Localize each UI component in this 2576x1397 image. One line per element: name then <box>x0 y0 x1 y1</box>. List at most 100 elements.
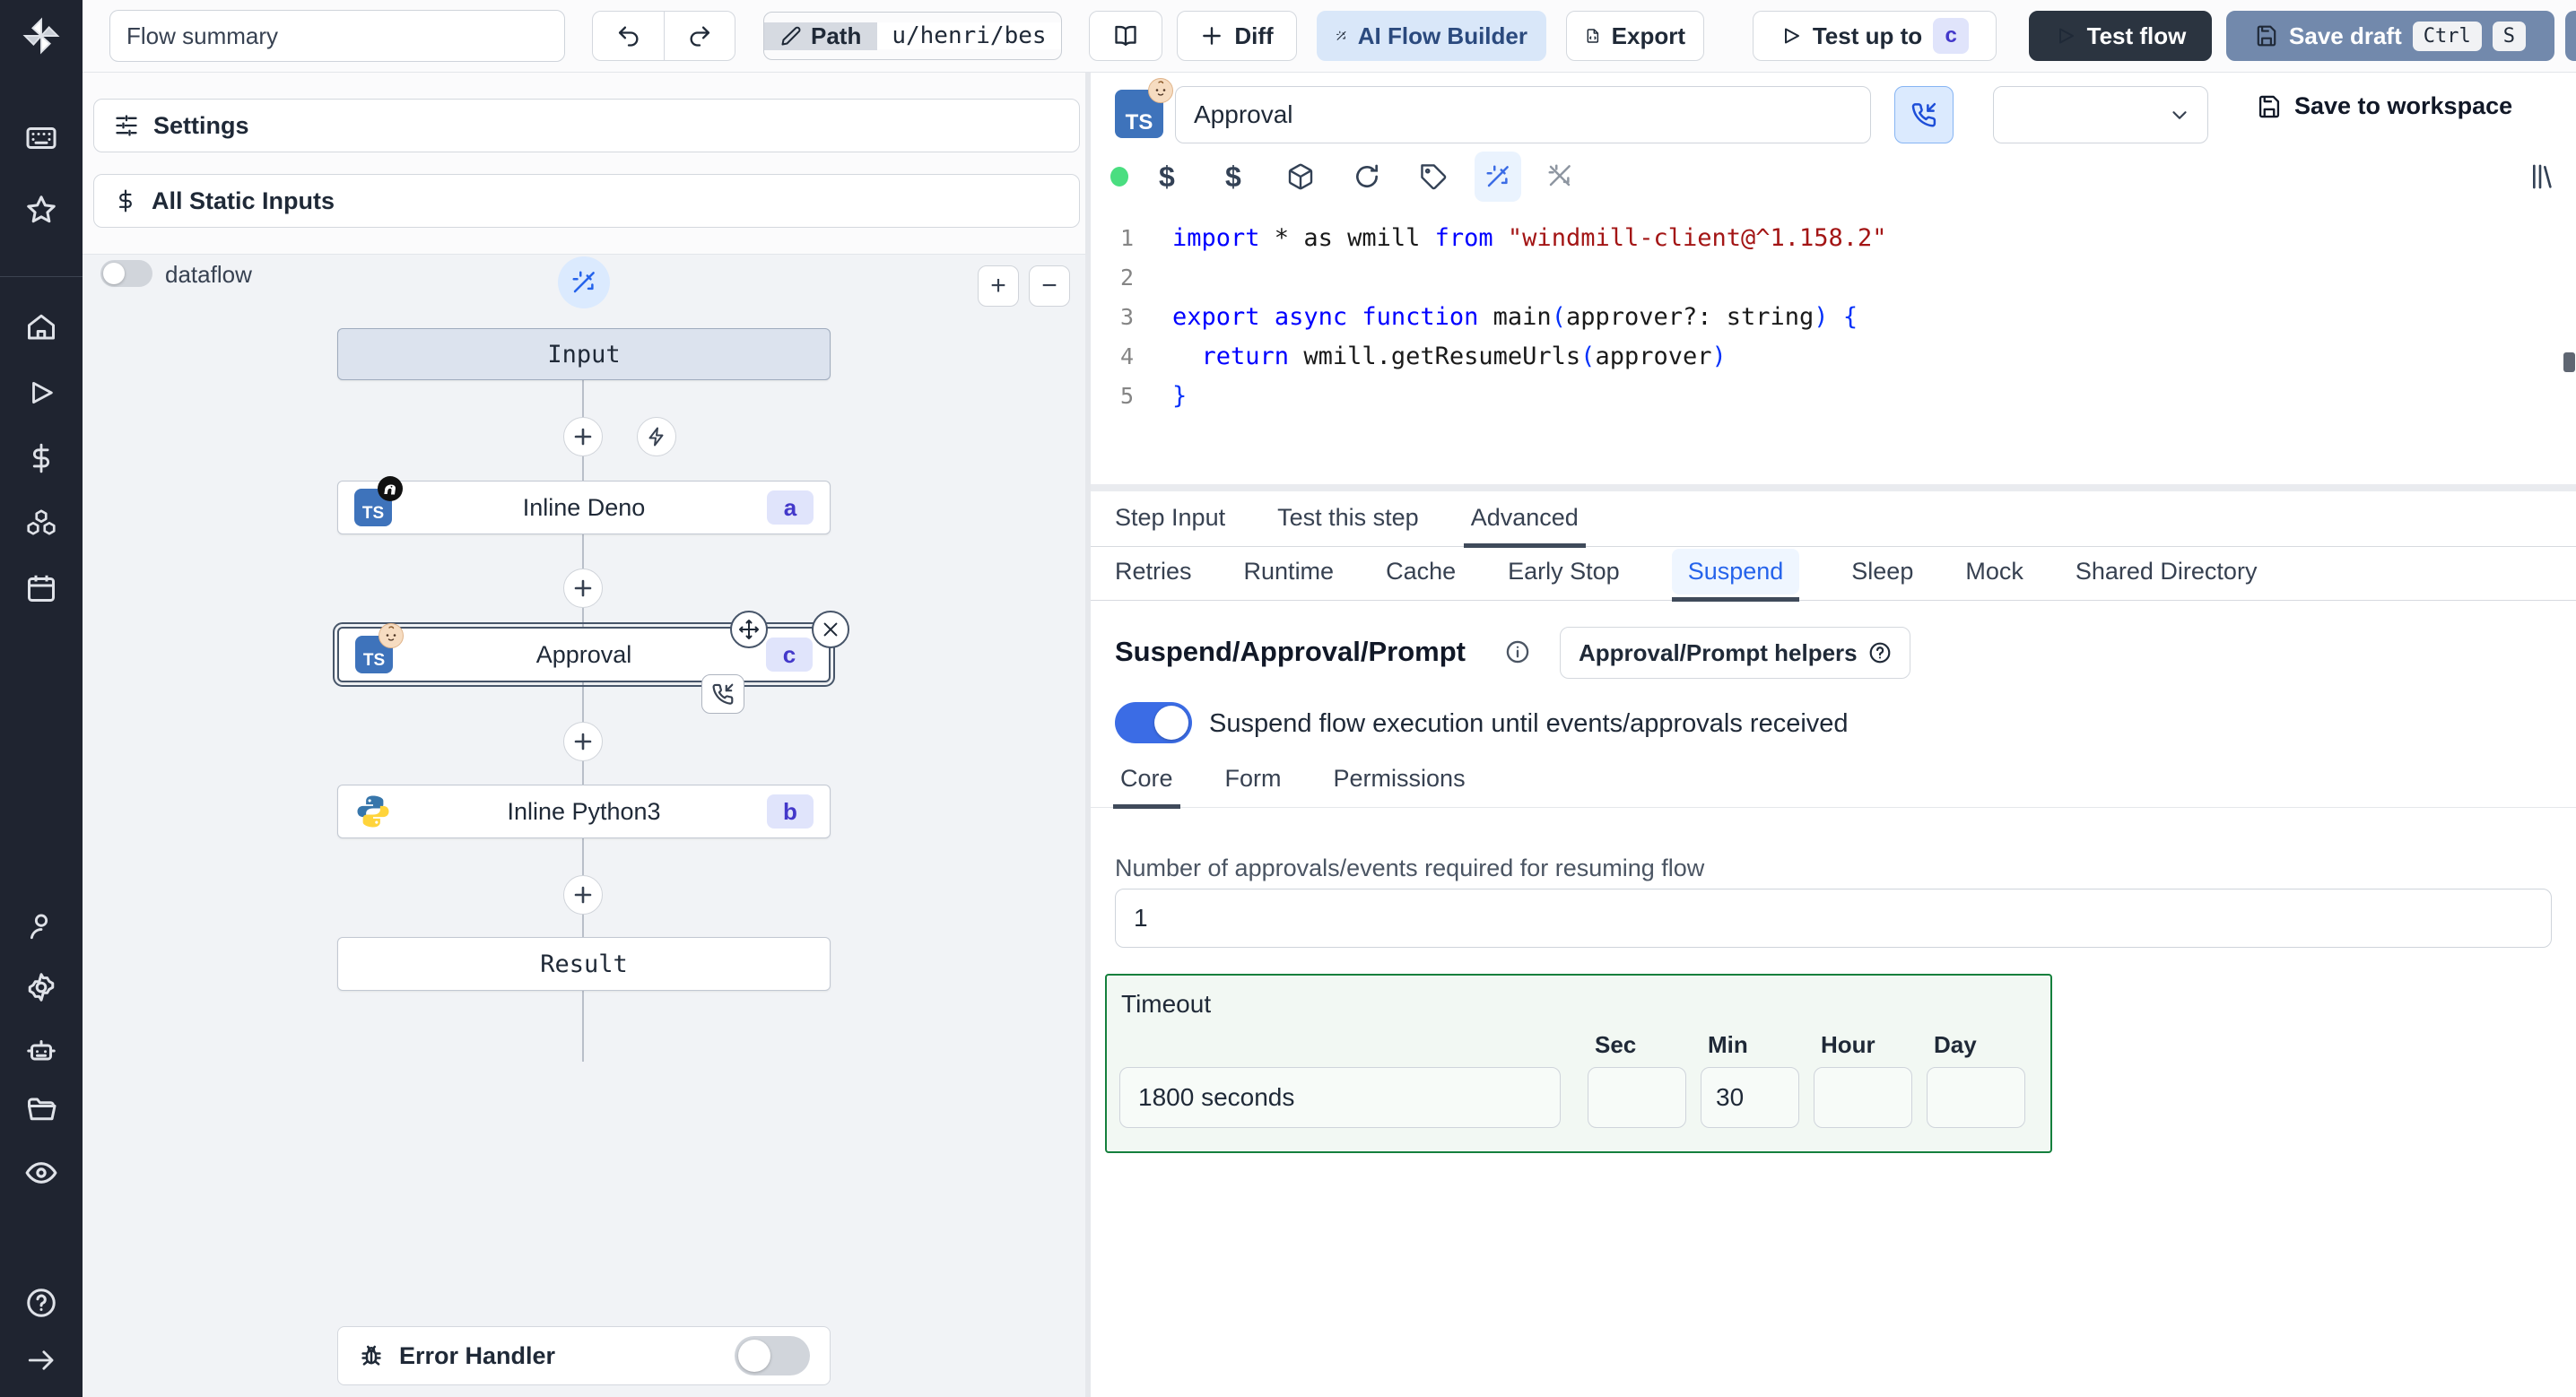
subtab-mock[interactable]: Mock <box>1965 545 2023 600</box>
flow-node-input[interactable]: Input <box>337 328 831 380</box>
flow-node-inline-python3[interactable]: Inline Python3 b <box>337 785 831 838</box>
step-name-input[interactable] <box>1175 86 1871 143</box>
approvals-count-label: Number of approvals/events required for … <box>1115 855 1705 881</box>
expand-arrow-icon[interactable] <box>26 1345 57 1375</box>
resize-handle[interactable] <box>1091 484 2576 491</box>
subtab-cache[interactable]: Cache <box>1386 545 1456 600</box>
test-up-to-button[interactable]: Test up to c <box>1753 11 1997 61</box>
favorites-star-icon[interactable] <box>25 194 57 226</box>
suspend-tab-permissions[interactable]: Permissions <box>1334 752 1466 807</box>
flow-node-result[interactable]: Result <box>337 937 831 991</box>
home-icon[interactable] <box>25 311 57 343</box>
resource-picker-button[interactable]: $ <box>1225 161 1241 194</box>
suspend-toggle-on[interactable] <box>1115 702 1192 743</box>
windmill-logo-icon[interactable] <box>21 15 62 56</box>
save-draft-button[interactable]: Save draft Ctrl S <box>2226 11 2554 61</box>
typescript-badge: TS <box>1115 78 1173 138</box>
tab-step-input[interactable]: Step Input <box>1115 491 1225 546</box>
workers-robot-icon[interactable] <box>25 1035 57 1067</box>
info-icon[interactable] <box>1505 639 1530 664</box>
dataflow-toggle[interactable] <box>100 260 152 287</box>
timeout-title: Timeout <box>1121 990 1212 1018</box>
timeout-hour-input[interactable] <box>1814 1067 1912 1128</box>
timeout-display-input[interactable] <box>1119 1067 1561 1128</box>
path-chip[interactable]: Path u/henri/bes <box>763 12 1062 60</box>
variables-dollar-icon[interactable] <box>26 443 57 473</box>
ai-flow-builder-button[interactable]: AI Flow Builder <box>1317 11 1546 61</box>
timeout-day-input[interactable] <box>1927 1067 2025 1128</box>
code-line[interactable]: 5} <box>1091 376 2576 415</box>
node-label: Inline Deno <box>522 493 646 521</box>
phone-incoming-icon <box>712 683 734 705</box>
subtab-retries[interactable]: Retries <box>1115 545 1192 600</box>
user-icon[interactable] <box>26 911 57 941</box>
subtab-sleep[interactable]: Sleep <box>1851 545 1913 600</box>
audit-eye-icon[interactable] <box>24 1156 58 1190</box>
play-icon <box>1784 28 1799 44</box>
undo-button[interactable] <box>593 12 664 60</box>
zoom-in-button[interactable]: + <box>978 265 1019 307</box>
add-step-button[interactable] <box>563 722 603 761</box>
flow-graph-canvas[interactable]: dataflow + − Input TS Inline Deno a TS A… <box>83 254 1085 1397</box>
approval-prompt-helpers-button[interactable]: Approval/Prompt helpers <box>1560 627 1910 679</box>
move-node-button[interactable] <box>730 611 768 648</box>
code-line[interactable]: 3 export async function main(approver?: s… <box>1091 297 2576 336</box>
tab-test-this-step[interactable]: Test this step <box>1277 491 1419 546</box>
flow-summary-input[interactable] <box>109 10 565 62</box>
library-icon[interactable] <box>2526 162 2554 191</box>
code-line[interactable]: 1 import * as wmill from "windmill-client… <box>1091 218 2576 257</box>
all-static-inputs-button[interactable]: All Static Inputs <box>93 174 1080 228</box>
timeout-sec-input[interactable] <box>1588 1067 1686 1128</box>
subtab-suspend[interactable]: Suspend <box>1671 549 1800 602</box>
package-icon[interactable] <box>1286 162 1315 191</box>
tab-advanced[interactable]: Advanced <box>1463 491 1586 548</box>
subtab-early-stop[interactable]: Early Stop <box>1508 545 1620 600</box>
add-step-button[interactable] <box>563 417 603 456</box>
approvals-count-input[interactable] <box>1115 889 2552 948</box>
redo-button[interactable] <box>664 12 735 60</box>
code-line[interactable]: 2 <box>1091 257 2576 297</box>
settings-gear-icon[interactable] <box>25 971 57 1003</box>
ai-assist-active-button[interactable] <box>1475 152 1521 202</box>
help-icon[interactable] <box>25 1287 57 1319</box>
save-to-workspace-button[interactable]: Save to workspace <box>2257 92 2512 120</box>
subtab-runtime[interactable]: Runtime <box>1244 545 1335 600</box>
code-line[interactable]: 4 return wmill.getResumeUrls(approver) <box>1091 336 2576 376</box>
add-step-button[interactable] <box>563 568 603 608</box>
suspend-tab-core[interactable]: Core <box>1113 752 1180 809</box>
chevron-down-icon <box>2172 111 2187 119</box>
deploy-button-partial[interactable] <box>2565 11 2576 61</box>
flow-settings-button[interactable]: Settings <box>93 99 1080 152</box>
tag-icon[interactable] <box>1419 162 1448 191</box>
suspend-phone-button[interactable] <box>1894 86 1954 143</box>
test-flow-label: Test flow <box>2086 22 2187 49</box>
schedules-calendar-icon[interactable] <box>25 572 57 604</box>
suspend-tab-form[interactable]: Form <box>1225 752 1282 807</box>
reload-icon[interactable] <box>1353 162 1381 191</box>
docs-book-button[interactable] <box>1089 11 1162 61</box>
add-step-button[interactable] <box>563 875 603 915</box>
error-handler-toggle[interactable] <box>735 1336 810 1375</box>
graph-ai-wand-button[interactable] <box>558 256 610 308</box>
folders-icon[interactable] <box>25 1094 57 1126</box>
export-button[interactable]: Export <box>1566 11 1704 61</box>
test-flow-button[interactable]: Test flow <box>2029 11 2212 61</box>
variable-picker-button[interactable]: $ <box>1159 161 1175 194</box>
apps-icon[interactable] <box>25 122 57 154</box>
flow-node-inline-deno[interactable]: TS Inline Deno a <box>337 476 831 534</box>
ai-disabled-icon[interactable] <box>1546 162 1573 189</box>
runs-play-icon[interactable] <box>26 377 57 408</box>
plus-icon <box>574 886 592 904</box>
zoom-out-button[interactable]: − <box>1029 265 1070 307</box>
editor-scrollbar-thumb[interactable] <box>2563 352 2575 372</box>
kind-select[interactable] <box>1993 86 2208 143</box>
editor-status-dot <box>1110 167 1128 187</box>
delete-node-button[interactable] <box>812 611 849 648</box>
resources-cubes-icon[interactable] <box>25 508 57 540</box>
diff-button[interactable]: Diff <box>1177 11 1297 61</box>
subtab-shared-directory[interactable]: Shared Directory <box>2076 545 2258 600</box>
timeout-min-input[interactable] <box>1701 1067 1799 1128</box>
code-editor[interactable]: 1 import * as wmill from "windmill-client… <box>1091 218 2576 415</box>
error-handler-card[interactable]: Error Handler <box>337 1326 831 1385</box>
add-trigger-button[interactable] <box>637 417 676 456</box>
